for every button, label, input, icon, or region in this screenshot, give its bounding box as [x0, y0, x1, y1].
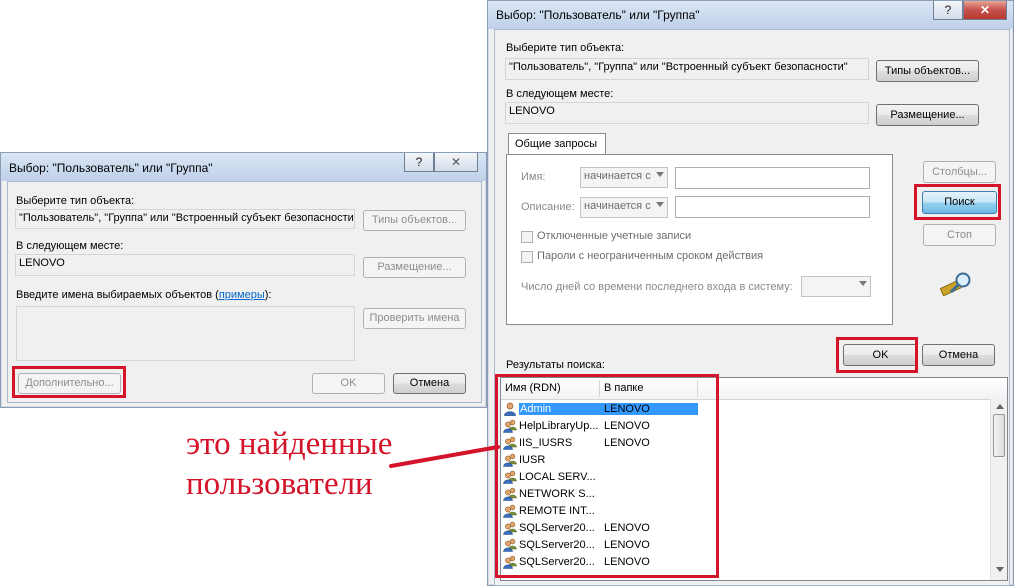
annotation-arrow: [389, 445, 500, 468]
